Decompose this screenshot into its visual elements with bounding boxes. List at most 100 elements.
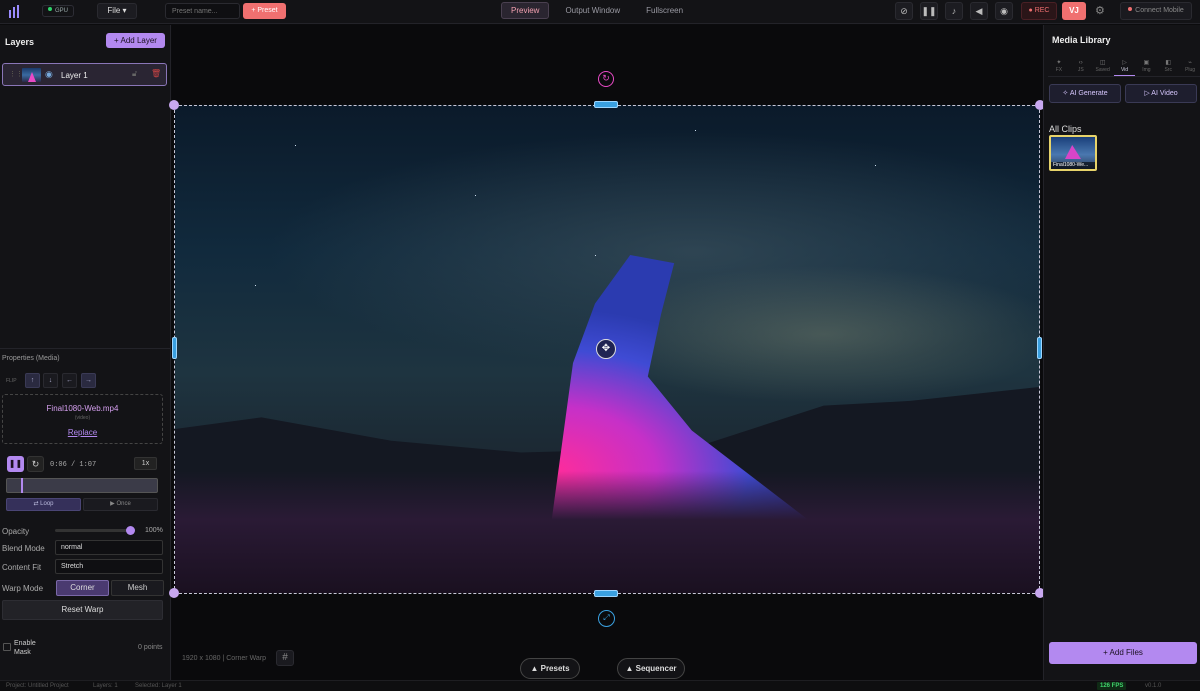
presets-button[interactable]: ▲ Presets xyxy=(520,658,580,679)
file-menu-button[interactable]: File ▾ xyxy=(97,3,137,19)
canvas-info: 1920 x 1080 | Corner Warp xyxy=(182,655,267,662)
reset-warp-button[interactable]: Reset Warp xyxy=(2,600,163,620)
tab-js-label: JS xyxy=(1077,67,1084,73)
connect-mobile-label: Connect Mobile xyxy=(1135,7,1184,14)
flip-label: FLIP xyxy=(6,378,17,384)
pause-icon[interactable]: ❚❚ xyxy=(920,2,938,20)
enable-mask-label: Enable Mask xyxy=(14,640,36,656)
restart-icon[interactable]: ↻ xyxy=(27,456,44,472)
ai-video-button[interactable]: ▷ AI Video xyxy=(1125,84,1197,103)
sparkle-icon: ✧ xyxy=(1062,90,1069,97)
tab-src-label: Src xyxy=(1164,67,1172,73)
connect-mobile-button[interactable]: Connect Mobile xyxy=(1120,2,1192,20)
eye-icon[interactable]: ◉ xyxy=(45,69,53,80)
loop-icon: ⇄ xyxy=(33,501,39,507)
tab-fx-label: FX xyxy=(1055,67,1063,73)
image-icon: ▣ xyxy=(1143,60,1150,66)
lock-icon[interactable]: 🔓︎ xyxy=(132,69,137,79)
blend-mode-label: Blend Mode xyxy=(2,544,45,553)
content-fit-select[interactable]: Stretch xyxy=(55,559,163,574)
divider xyxy=(0,348,171,349)
pause-button[interactable]: ❚❚ xyxy=(7,456,24,472)
gear-icon[interactable]: ⚙ xyxy=(1095,4,1105,17)
media-library-tabs: ✦ FX ‹› JS ◫ Saved ▷ Vid ▣ Img ◧ Src ⌁ Plug xyxy=(1048,57,1200,77)
flip-up-button[interactable]: ↑ xyxy=(25,373,40,388)
stop-icon[interactable]: ⊘ xyxy=(895,2,913,20)
ai-generate-button[interactable]: ✧ AI Generate xyxy=(1049,84,1121,103)
record-button[interactable]: ● REC xyxy=(1021,2,1057,20)
edge-handle-left[interactable] xyxy=(172,337,177,359)
add-layer-button[interactable]: + Add Layer xyxy=(106,33,165,48)
fps-counter: 126 FPS xyxy=(1097,682,1127,690)
tab-output-window[interactable]: Output Window xyxy=(555,2,630,19)
blend-mode-select[interactable]: normal xyxy=(55,540,163,555)
add-files-button[interactable]: + Add Files xyxy=(1049,642,1197,664)
speed-select[interactable]: 1x xyxy=(134,457,157,470)
canvas-area[interactable]: ↻ ✥ ⤢ 1920 x 1080 | Corner Warp # ▲ Pres… xyxy=(169,25,1045,680)
playback-time: 0:06 / 1:07 xyxy=(50,461,97,469)
tab-fullscreen[interactable]: Fullscreen xyxy=(636,2,693,19)
enable-mask-checkbox[interactable] xyxy=(3,643,11,651)
source-icon: ◧ xyxy=(1165,60,1172,66)
tab-img[interactable]: ▣ Img xyxy=(1135,57,1157,76)
chevron-down-icon: ▾ xyxy=(122,6,127,15)
clip-label: Final1080-We... xyxy=(1051,162,1095,169)
opacity-slider[interactable] xyxy=(55,529,133,532)
microphone-icon[interactable]: ♪ xyxy=(945,2,963,20)
tab-preview[interactable]: Preview xyxy=(501,2,550,19)
status-layers: Layers: 1 xyxy=(93,683,118,689)
flip-down-button[interactable]: ↓ xyxy=(43,373,58,388)
clip-item[interactable]: Final1080-We... xyxy=(1049,135,1097,171)
tab-img-label: Img xyxy=(1142,67,1151,73)
status-bar: Project: Untitled Project Layers: 1 Sele… xyxy=(0,680,1200,691)
opacity-slider-knob[interactable] xyxy=(126,526,135,535)
replace-link[interactable]: Replace xyxy=(3,428,162,437)
edge-handle-bottom[interactable] xyxy=(594,590,618,597)
media-filename: Final1080-Web.mp4 xyxy=(46,404,119,413)
grid-icon[interactable]: # xyxy=(276,650,294,666)
loop-label: Loop xyxy=(40,501,54,507)
app-logo-icon xyxy=(9,5,21,18)
ai-generate-label: AI Generate xyxy=(1069,90,1108,97)
right-panel: Media Library ✦ FX ‹› JS ◫ Saved ▷ Vid ▣ Img … xyxy=(1043,25,1200,680)
tab-js[interactable]: ‹› JS xyxy=(1070,57,1092,76)
add-preset-button[interactable]: + Preset xyxy=(243,3,286,19)
scrubber-playhead[interactable] xyxy=(20,478,23,493)
layer-item[interactable]: ⋮⋮ ◉ Layer 1 🔓︎ 🗑︎ xyxy=(2,63,167,86)
tab-vid[interactable]: ▷ Vid xyxy=(1113,57,1136,76)
tab-vid-label: Vid xyxy=(1120,67,1129,73)
flip-left-button[interactable]: ← xyxy=(62,373,77,388)
play-icon: ▷ xyxy=(1144,90,1150,97)
loop-button[interactable]: ⇄ Loop xyxy=(6,498,81,511)
warp-mesh-button[interactable]: Mesh xyxy=(111,580,164,596)
rotate-handle-icon[interactable]: ↻ xyxy=(598,71,614,87)
all-clips-heading: All Clips xyxy=(1049,124,1082,134)
chevron-up-icon: ▲ xyxy=(530,664,539,673)
media-type: (video) xyxy=(74,415,91,421)
drag-handle-icon[interactable]: ⋮⋮ xyxy=(9,70,23,78)
speaker-icon[interactable]: ◀ xyxy=(970,2,988,20)
trash-icon[interactable]: 🗑︎ xyxy=(151,69,161,78)
camera-icon[interactable]: ◉ xyxy=(995,2,1013,20)
sequencer-button[interactable]: ▲ Sequencer xyxy=(617,658,685,679)
once-button[interactable]: ▶ Once xyxy=(83,498,158,511)
edge-handle-right[interactable] xyxy=(1037,337,1042,359)
tab-saved[interactable]: ◫ Saved xyxy=(1092,57,1114,76)
tab-src[interactable]: ◧ Src xyxy=(1157,57,1179,76)
top-toolbar: GPU File ▾ + Preset Preview Output Windo… xyxy=(0,0,1200,24)
scale-handle-icon[interactable]: ⤢ xyxy=(598,610,615,627)
left-panel: Layers + Add Layer ⋮⋮ ◉ Layer 1 🔓︎ 🗑︎ Pr… xyxy=(0,25,171,680)
move-handle-icon[interactable]: ✥ xyxy=(596,339,616,359)
edge-handle-top[interactable] xyxy=(594,101,618,108)
preset-name-input[interactable] xyxy=(165,3,240,19)
flip-right-button[interactable]: → xyxy=(81,373,96,388)
vj-mode-button[interactable]: VJ xyxy=(1062,2,1086,20)
app-window: GPU File ▾ + Preset Preview Output Windo… xyxy=(0,0,1200,691)
corner-handle-bottom-left[interactable] xyxy=(169,588,179,598)
corner-handle-top-left[interactable] xyxy=(169,100,179,110)
warp-corner-button[interactable]: Corner xyxy=(56,580,109,596)
tab-fx[interactable]: ✦ FX xyxy=(1048,57,1070,76)
presets-label: Presets xyxy=(540,664,570,673)
playback-scrubber[interactable] xyxy=(6,478,158,493)
tab-plug[interactable]: ⌁ Plug xyxy=(1179,57,1200,76)
